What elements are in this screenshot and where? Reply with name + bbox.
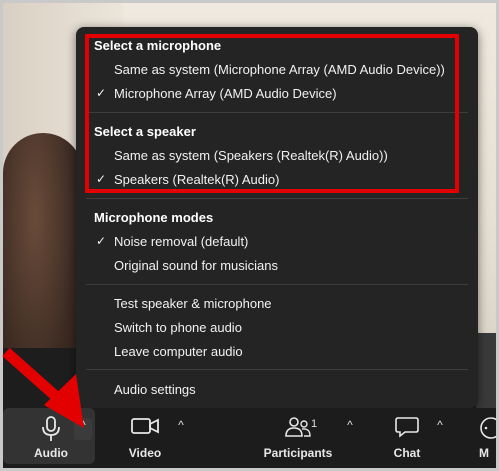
red-arrow-annotation	[2, 347, 84, 428]
